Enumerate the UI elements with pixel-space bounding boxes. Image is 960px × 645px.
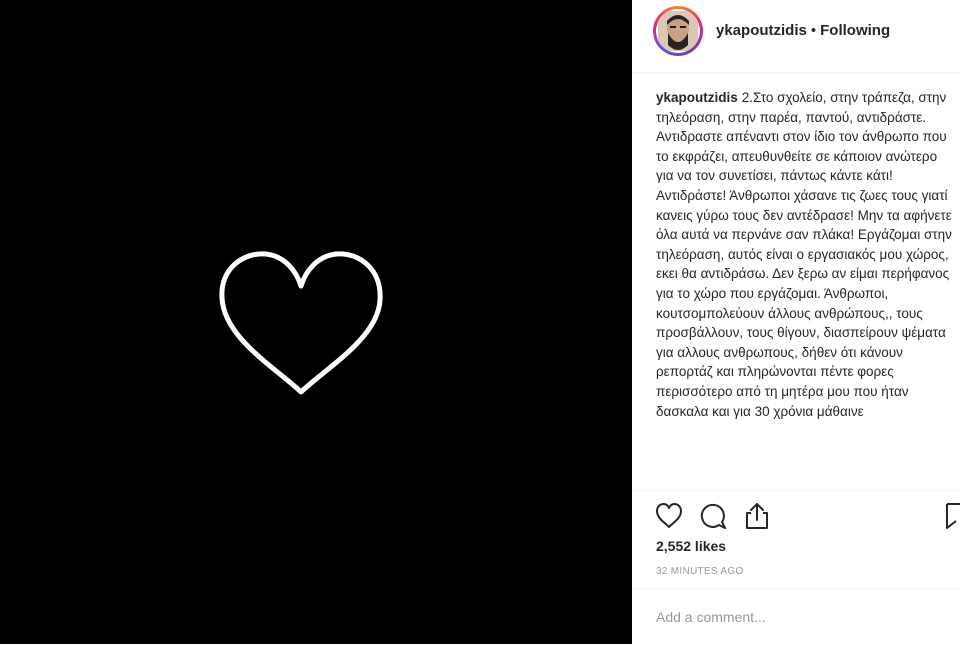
header-separator: •: [810, 22, 817, 39]
avatar[interactable]: [656, 9, 700, 53]
action-bar: [632, 490, 960, 539]
post-sidebar: ykapoutzidis • Following ykapoutzidis 2.Στο…: [632, 0, 960, 644]
caption-scrollbar[interactable]: [956, 74, 960, 490]
header-username[interactable]: ykapoutzidis: [716, 22, 807, 39]
speech-bubble-icon[interactable]: [698, 501, 728, 531]
avatar-photo-icon: [658, 11, 698, 51]
post-header: ykapoutzidis • Following: [632, 0, 960, 73]
post-timestamp[interactable]: 32 MINUTES AGO: [656, 566, 744, 577]
caption-container: ykapoutzidis 2.Στο σχολείο, στην τράπεζα,…: [656, 88, 958, 486]
comment-input[interactable]: [656, 607, 946, 627]
share-arrow-icon[interactable]: [742, 501, 772, 531]
heart-image-icon: [219, 251, 383, 395]
header-line: ykapoutzidis • Following: [716, 22, 890, 39]
likes-count[interactable]: 2,552 likes: [656, 538, 726, 554]
heart-outline-icon[interactable]: [654, 501, 684, 531]
comment-bar: [632, 588, 960, 645]
caption: ykapoutzidis 2.Στο σχολείο, στην τράπεζα,…: [656, 88, 958, 421]
following-button[interactable]: Following: [820, 22, 890, 39]
bookmark-icon[interactable]: [944, 501, 960, 531]
post-image[interactable]: [0, 0, 632, 644]
caption-text: 2.Στο σχολείο, στην τράπεζα, στην τηλεόρ…: [656, 90, 952, 419]
story-ring[interactable]: [653, 6, 703, 56]
caption-username[interactable]: ykapoutzidis: [656, 90, 738, 105]
